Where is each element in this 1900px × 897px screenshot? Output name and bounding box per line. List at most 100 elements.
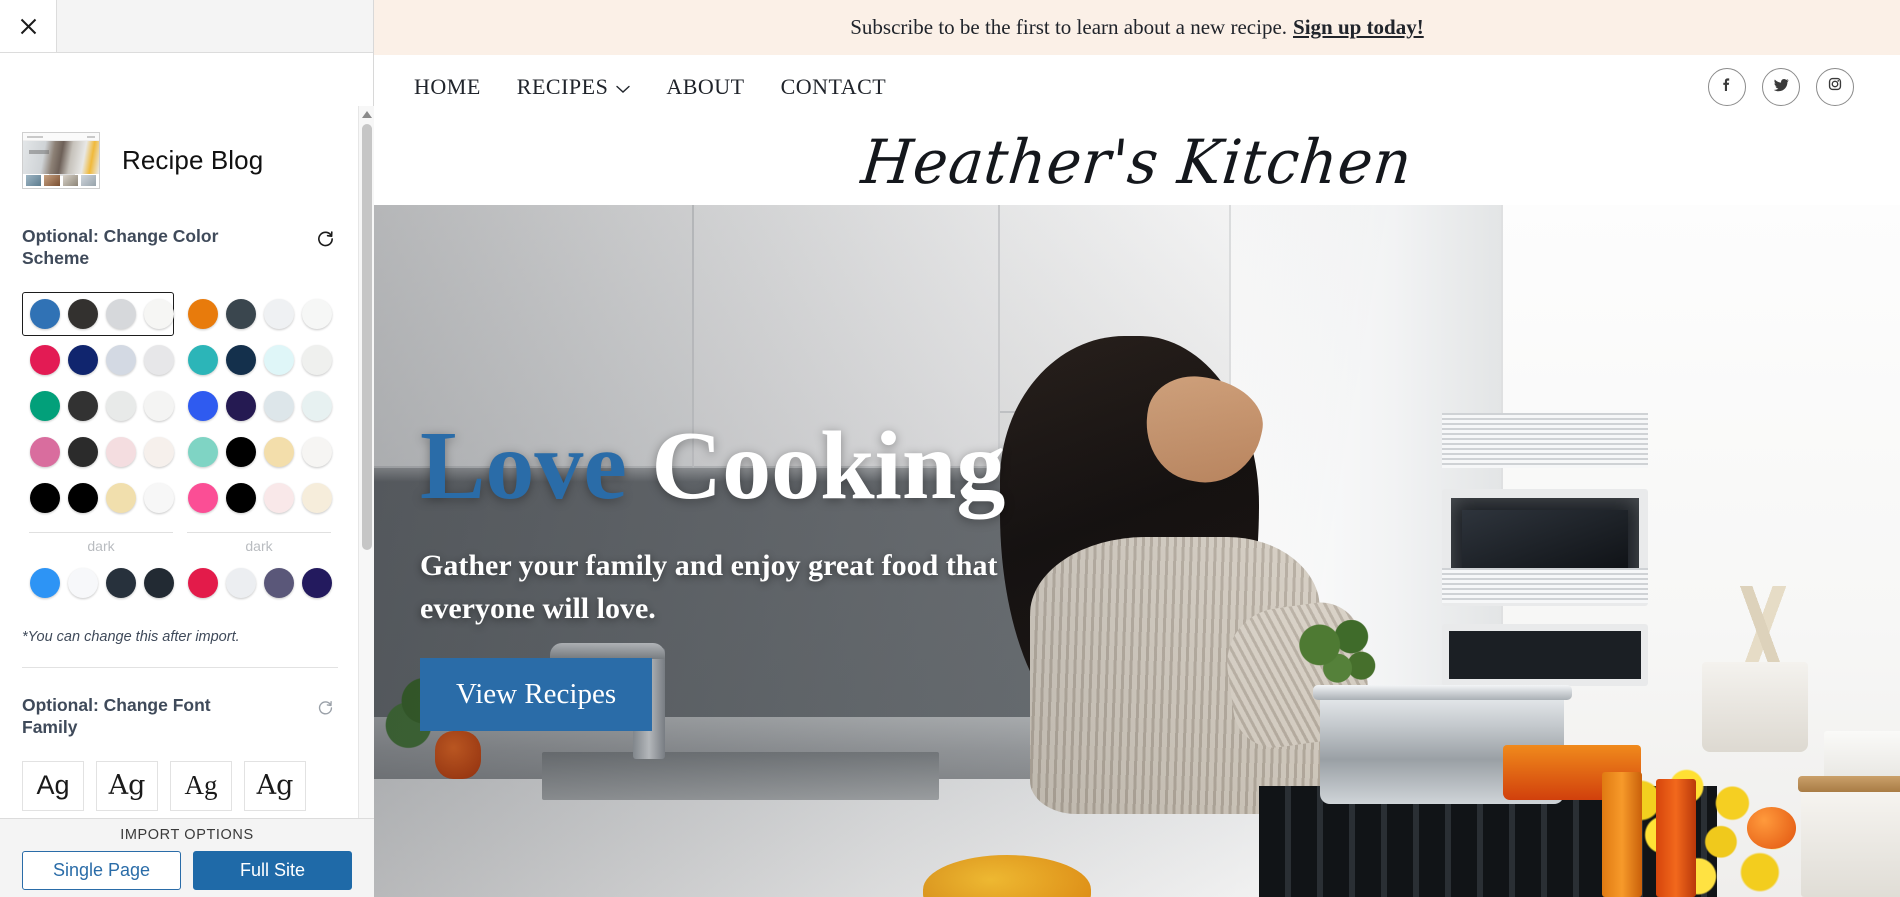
- facebook-icon: [1717, 74, 1737, 99]
- color-scheme-option[interactable]: [22, 291, 174, 336]
- swatch: [106, 567, 136, 598]
- site-header-nav-row: HOME RECIPES ABOUT CONTACT: [374, 55, 1900, 118]
- import-options-label: IMPORT OPTIONS: [120, 827, 254, 843]
- font-option[interactable]: Ag: [244, 760, 306, 811]
- color-scheme-option[interactable]: [22, 338, 174, 382]
- view-recipes-button[interactable]: View Recipes: [420, 658, 653, 732]
- swatch: [188, 567, 218, 598]
- instagram-link[interactable]: [1816, 67, 1854, 106]
- signup-link[interactable]: Sign up today!: [1293, 15, 1424, 40]
- hero-title: Love Cooking: [420, 417, 1140, 515]
- font-family-section-header: Optional: Change Font Family: [22, 694, 338, 739]
- swatch: [106, 482, 136, 513]
- swatch: [30, 298, 60, 329]
- color-scheme-option[interactable]: [22, 476, 174, 520]
- swatch: [68, 567, 98, 598]
- announcement-text: Subscribe to be the first to learn about…: [850, 15, 1288, 39]
- hero-title-rest: Cooking: [651, 412, 1006, 520]
- color-scheme-option[interactable]: [180, 384, 332, 428]
- single-page-button[interactable]: Single Page: [22, 851, 181, 890]
- swatch: [68, 344, 98, 375]
- reset-icon: [317, 699, 334, 719]
- swatch: [264, 482, 294, 513]
- template-name: Recipe Blog: [122, 145, 264, 175]
- font-option[interactable]: Ag: [170, 760, 232, 811]
- swatch: [264, 436, 294, 467]
- template-header: Recipe Blog: [22, 132, 338, 189]
- swatch: [144, 567, 174, 598]
- announcement-bar: Subscribe to be the first to learn about…: [374, 0, 1900, 55]
- swatch: [264, 344, 294, 375]
- swatch: [30, 390, 60, 421]
- site-preview: Subscribe to be the first to learn about…: [374, 0, 1900, 897]
- social-links: [1708, 67, 1854, 106]
- swatch: [226, 482, 256, 513]
- swatch: [30, 567, 60, 598]
- font-option[interactable]: Ag: [96, 760, 158, 811]
- panel-scrollbar[interactable]: [358, 106, 374, 871]
- swatch: [106, 298, 136, 329]
- close-panel-button[interactable]: [0, 0, 56, 52]
- swatch: [226, 436, 256, 467]
- panel-top-bar: [0, 0, 373, 53]
- import-panel: Recipe Blog Optional: Change Color Schem…: [0, 0, 374, 897]
- main-navigation: HOME RECIPES ABOUT CONTACT: [414, 74, 886, 100]
- hero-subtitle: Gather your family and enjoy great food …: [420, 549, 998, 625]
- hero-content: Love Cooking Gather your family and enjo…: [420, 417, 1140, 732]
- section-divider: [22, 666, 338, 668]
- color-scheme-option[interactable]: [22, 384, 174, 428]
- nav-label: ABOUT: [666, 73, 745, 99]
- site-brand: Heather's Kitchen: [374, 118, 1900, 205]
- nav-item-about[interactable]: ABOUT: [666, 74, 744, 100]
- color-scheme-note: *You can change this after import.: [22, 628, 240, 645]
- swatch: [106, 436, 136, 467]
- color-scheme-option-dark[interactable]: [22, 561, 174, 605]
- swatch: [144, 298, 174, 329]
- swatch: [144, 482, 174, 513]
- swatch: [30, 344, 60, 375]
- panel-scroll-area[interactable]: Recipe Blog Optional: Change Color Schem…: [0, 106, 366, 871]
- nav-item-home[interactable]: HOME: [414, 74, 481, 100]
- swatch: [264, 298, 294, 329]
- reset-color-scheme-button[interactable]: [312, 227, 338, 253]
- twitter-link[interactable]: [1762, 67, 1800, 106]
- swatch: [188, 482, 218, 513]
- nav-label: HOME: [414, 73, 481, 99]
- scroll-up-icon: [362, 105, 372, 123]
- swatch: [226, 390, 256, 421]
- color-scheme-option[interactable]: [180, 338, 332, 382]
- nav-label: CONTACT: [780, 73, 887, 99]
- color-scheme-title: Optional: Change Color Scheme: [22, 226, 219, 269]
- nav-label: RECIPES: [516, 73, 609, 99]
- color-scheme-column-2: dark: [180, 292, 338, 607]
- swatch: [226, 344, 256, 375]
- nav-item-contact[interactable]: CONTACT: [781, 74, 887, 100]
- color-scheme-option[interactable]: [180, 430, 332, 474]
- color-scheme-option[interactable]: [180, 476, 332, 520]
- swatch: [68, 390, 98, 421]
- scroll-up-button[interactable]: [359, 106, 375, 122]
- swatch: [264, 567, 294, 598]
- font-option[interactable]: Ag: [22, 760, 84, 811]
- brand-logo-text: Heather's Kitchen: [858, 125, 1416, 198]
- swatch: [302, 344, 332, 375]
- swatch: [302, 482, 332, 513]
- swatch: [188, 298, 218, 329]
- color-scheme-grid: dark dark: [22, 291, 338, 607]
- color-scheme-option[interactable]: [22, 430, 174, 474]
- scrollbar-thumb[interactable]: [362, 124, 372, 550]
- color-scheme-section-header: Optional: Change Color Scheme: [22, 225, 338, 270]
- swatch: [264, 390, 294, 421]
- dark-group-label: dark: [87, 537, 115, 554]
- swatch: [68, 436, 98, 467]
- reset-font-family-button[interactable]: [312, 696, 338, 722]
- facebook-link[interactable]: [1708, 67, 1746, 106]
- color-scheme-option[interactable]: [180, 292, 332, 336]
- color-scheme-option-dark[interactable]: [180, 561, 332, 605]
- twitter-icon: [1771, 74, 1792, 100]
- template-thumbnail: [22, 132, 100, 189]
- full-site-button[interactable]: Full Site: [193, 851, 352, 890]
- swatch: [30, 482, 60, 513]
- nav-item-recipes[interactable]: RECIPES: [517, 74, 631, 100]
- swatch: [144, 344, 174, 375]
